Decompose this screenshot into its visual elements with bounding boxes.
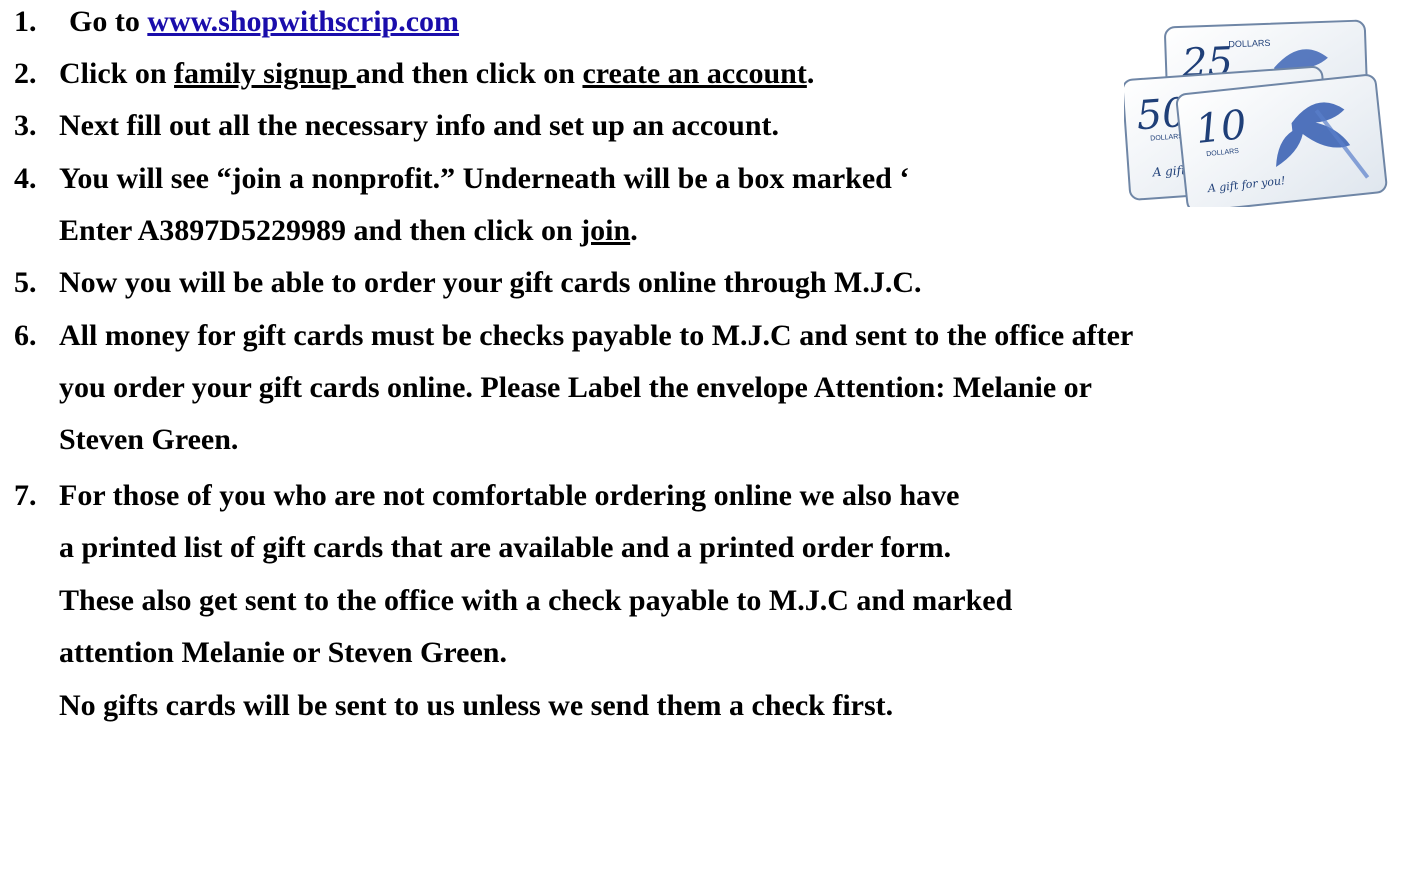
step-number: 1.: [14, 5, 37, 38]
card-unit: DOLLARS: [1228, 38, 1270, 49]
step-7-line-2: a printed list of gift cards that are av…: [59, 531, 952, 564]
step-text: For those of you who are not comfortable…: [59, 479, 960, 512]
step-number: 3.: [14, 109, 37, 142]
gift-card-10: 10 DOLLARS A gift for you!: [1175, 74, 1388, 207]
step-4: 4. You will see “join a nonprofit.” Under…: [14, 161, 909, 197]
step-7-line-5: No gifts cards will be sent to us unless…: [59, 689, 894, 722]
step-text: Next fill out all the necessary info and…: [59, 109, 779, 142]
step-5: 5. Now you will be able to order your gif…: [14, 265, 922, 301]
step-text: You will see “join a nonprofit.” Underne…: [59, 162, 910, 195]
step-number: 6.: [14, 319, 37, 352]
step-number: 7.: [14, 479, 37, 512]
step-6-line-3: Steven Green.: [59, 423, 239, 456]
page: { "steps": { "s1": {"num": "1.", "pre": …: [0, 0, 1413, 880]
step-4-line-2: Enter A3897D5229989 and then click on jo…: [59, 213, 638, 249]
step-text: Click on: [59, 57, 175, 90]
step-number: 2.: [14, 57, 37, 90]
card-tag: A gift: [1151, 163, 1186, 179]
step-7: 7. For those of you who are not comfortab…: [14, 478, 959, 514]
step-text: Enter A3897D5229989 and then click on: [59, 214, 581, 247]
step-6-line-2: you order your gift cards online. Please…: [59, 371, 1092, 404]
step-text: Go to: [69, 5, 148, 38]
step-1: 1. Go to www.shopwithscrip.com: [14, 4, 459, 40]
join-link[interactable]: join: [580, 214, 630, 247]
step-text: Now you will be able to order your gift …: [59, 266, 922, 299]
card-amount: 10: [1193, 102, 1248, 153]
step-3: 3. Next fill out all the necessary info a…: [14, 108, 779, 144]
step-number: 5.: [14, 266, 37, 299]
gift-cards-image: 25 DOLLARS 50 DOLLARS A gift 10 DOLLARS …: [1124, 19, 1388, 207]
create-account-link[interactable]: create an account: [582, 57, 806, 90]
shopwithscrip-link[interactable]: www.shopwithscrip.com: [147, 5, 459, 38]
step-7-line-3: These also get sent to the office with a…: [59, 584, 1013, 617]
step-text: All money for gift cards must be checks …: [59, 319, 1134, 352]
step-2: 2. Click on family signup and then click …: [14, 56, 814, 92]
step-text: and then click on: [355, 57, 583, 90]
step-text: .: [806, 57, 815, 90]
step-6: 6. All money for gift cards must be check…: [14, 318, 1133, 354]
family-signup-link[interactable]: family signup: [174, 57, 356, 90]
step-number: 4.: [14, 162, 37, 195]
step-text: .: [630, 214, 638, 247]
step-7-line-4: attention Melanie or Steven Green.: [59, 636, 507, 669]
